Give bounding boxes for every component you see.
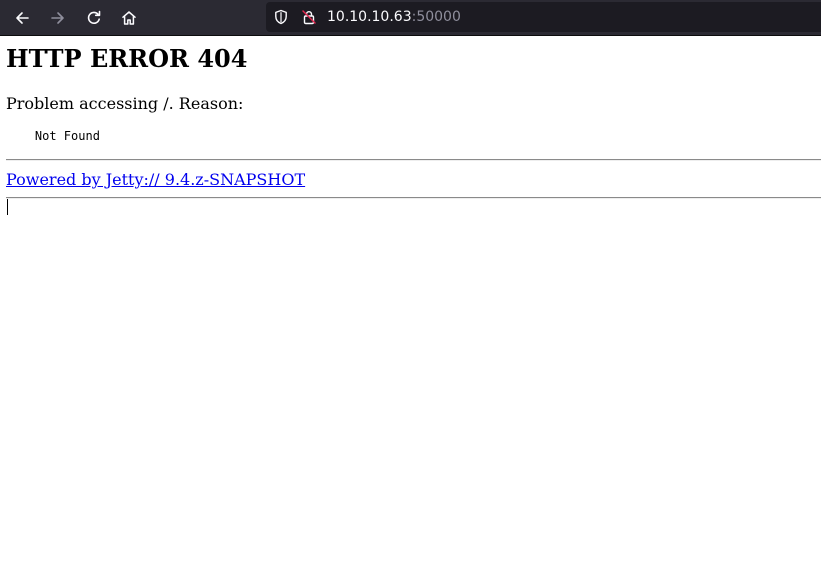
insecure-lock-icon[interactable] bbox=[301, 9, 317, 25]
forward-arrow-icon bbox=[50, 10, 66, 26]
url-text[interactable]: 10.10.10.63:50000 bbox=[327, 8, 461, 26]
home-icon bbox=[121, 10, 137, 26]
forward-button[interactable] bbox=[44, 4, 72, 32]
back-arrow-icon bbox=[14, 10, 30, 26]
jetty-link[interactable]: Powered by Jetty:// 9.4.z-SNAPSHOT bbox=[6, 170, 305, 189]
reason-line: Problem accessing /. Reason: bbox=[6, 94, 244, 113]
divider-bottom bbox=[6, 197, 821, 199]
text-caret bbox=[7, 199, 8, 215]
reload-icon bbox=[86, 10, 102, 26]
shield-icon[interactable] bbox=[273, 9, 289, 25]
url-host: 10.10.10.63 bbox=[327, 9, 412, 25]
browser-toolbar: 10.10.10.63:50000 bbox=[0, 0, 821, 36]
page-content: HTTP ERROR 404 Problem accessing /. Reas… bbox=[0, 37, 821, 567]
reload-button[interactable] bbox=[80, 4, 108, 32]
url-port: :50000 bbox=[411, 9, 461, 25]
footer: Powered by Jetty:// 9.4.z-SNAPSHOT bbox=[6, 170, 305, 190]
divider-top bbox=[6, 159, 821, 161]
address-bar[interactable]: 10.10.10.63:50000 bbox=[266, 2, 821, 32]
reason-detail: Not Found bbox=[6, 129, 100, 143]
page-title: HTTP ERROR 404 bbox=[6, 44, 248, 73]
back-button[interactable] bbox=[8, 4, 36, 32]
home-button[interactable] bbox=[115, 4, 143, 32]
